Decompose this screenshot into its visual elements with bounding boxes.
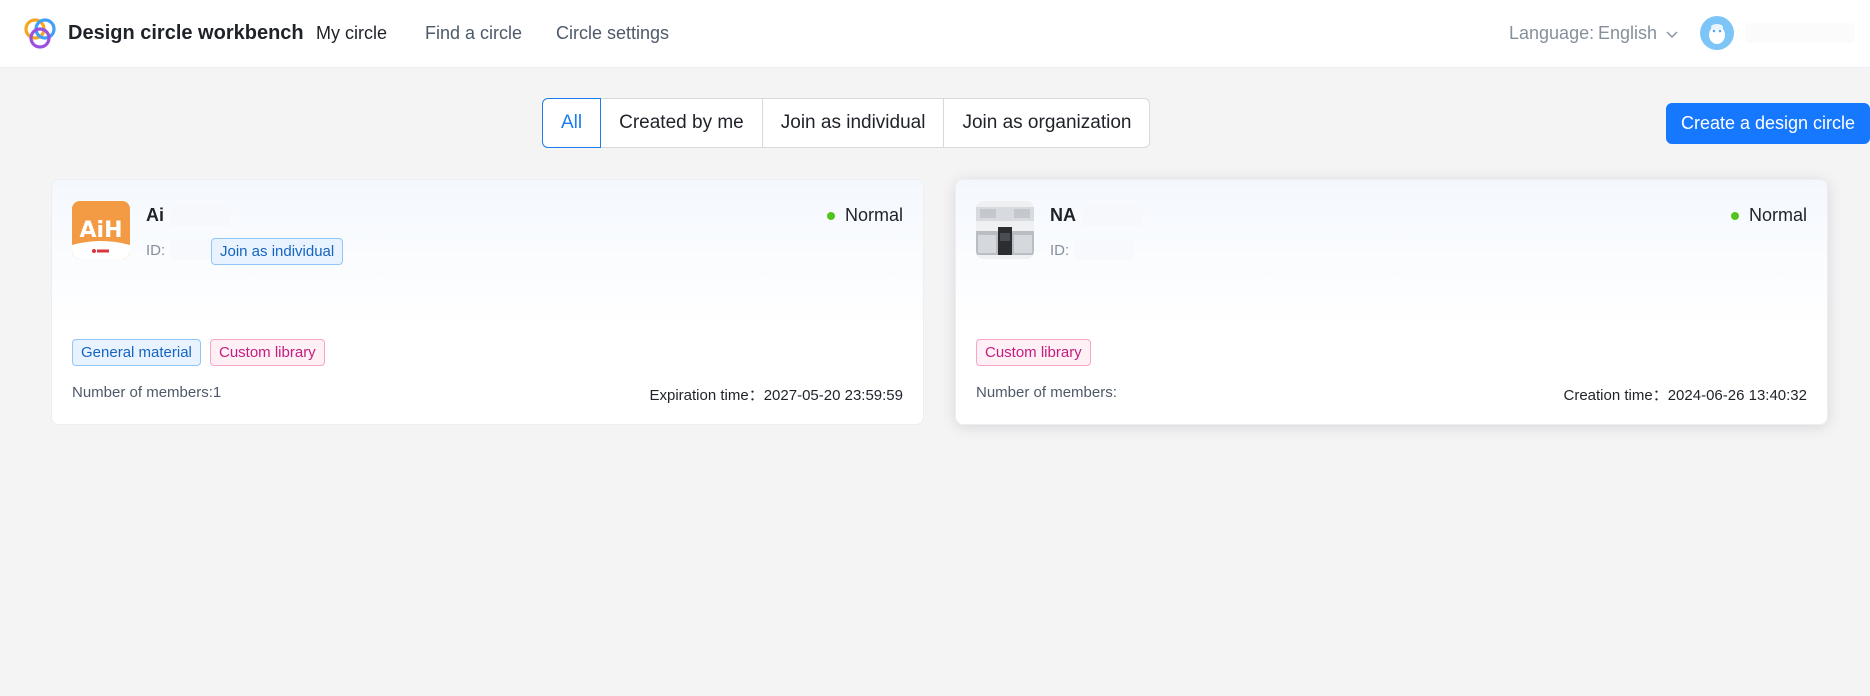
member-count-value: 1 — [212, 384, 222, 401]
circle-logo: AiH — [72, 201, 130, 259]
status-dot-icon — [1730, 211, 1739, 220]
app-logo-icon[interactable] — [22, 16, 58, 52]
language-value: English — [1598, 23, 1658, 43]
status-dot-icon — [826, 211, 835, 220]
nav-my-circle[interactable]: My circle — [316, 23, 387, 44]
member-count-label: Number of members: — [976, 384, 1117, 401]
circle-name: Ai — [146, 205, 164, 225]
circle-filter-tabs: All Created by me Join as individual Joi… — [542, 98, 1151, 148]
circle-id-redacted — [1074, 240, 1134, 260]
circle-card[interactable]: NA ID: Normal Custom library Number of m… — [955, 179, 1828, 425]
expiration-time-value: 2027-05-20 23:59:59 — [763, 387, 903, 404]
expiration-time-label: Expiration time： — [649, 387, 764, 404]
creation-time: Creation time：2024-06-26 13:40:32 — [1564, 384, 1808, 405]
status-badge: Normal — [826, 205, 903, 226]
filter-tab-created-by-me[interactable]: Created by me — [600, 98, 763, 148]
member-count: Number of members:1 — [72, 384, 221, 401]
kitchen-photo-icon — [976, 201, 1034, 259]
circle-name-redacted — [170, 204, 230, 226]
circle-id-label: ID: — [1050, 242, 1070, 259]
tag-custom-library: Custom library — [210, 339, 325, 366]
username-redacted — [1745, 23, 1855, 43]
creation-time-label: Creation time： — [1563, 387, 1668, 404]
aih-logo-icon: AiH — [72, 201, 130, 259]
top-navigation-bar: Design circle workbench My circle Find a… — [0, 0, 1870, 68]
circle-name: NA — [1050, 205, 1076, 225]
tag-custom-library: Custom library — [976, 339, 1091, 366]
status-text: Normal — [844, 205, 903, 225]
filter-tab-all[interactable]: All — [542, 98, 602, 148]
circle-id-label: ID: — [146, 242, 166, 259]
creation-time-value: 2024-06-26 13:40:32 — [1667, 387, 1807, 404]
member-count: Number of members: — [976, 384, 1117, 401]
nav-find-a-circle[interactable]: Find a circle — [425, 23, 522, 44]
expiration-time: Expiration time：2027-05-20 23:59:59 — [649, 384, 903, 405]
avatar-figure-icon — [1709, 24, 1725, 44]
app-title: Design circle workbench — [68, 22, 304, 44]
circle-card[interactable]: AiH Ai ID: Join as individual Normal Gen… — [51, 179, 924, 425]
create-design-circle-button[interactable]: Create a design circle — [1666, 103, 1870, 144]
user-avatar-icon[interactable] — [1700, 16, 1734, 50]
language-select[interactable]: English — [1598, 23, 1679, 44]
nav-circle-settings[interactable]: Circle settings — [556, 23, 669, 44]
chevron-down-icon — [1666, 31, 1678, 38]
member-count-label: Number of members: — [72, 384, 213, 401]
circle-name-redacted — [1082, 204, 1142, 226]
status-badge: Normal — [1730, 205, 1807, 226]
language-label: Language: — [1509, 23, 1595, 43]
svg-text:AiH: AiH — [80, 218, 123, 243]
filter-tab-join-as-individual[interactable]: Join as individual — [761, 98, 945, 148]
filter-tab-join-as-organization[interactable]: Join as organization — [943, 98, 1151, 148]
circle-logo — [976, 201, 1034, 259]
join-type-tag: Join as individual — [211, 238, 344, 265]
status-text: Normal — [1748, 205, 1807, 225]
tag-general-material: General material — [72, 339, 201, 366]
